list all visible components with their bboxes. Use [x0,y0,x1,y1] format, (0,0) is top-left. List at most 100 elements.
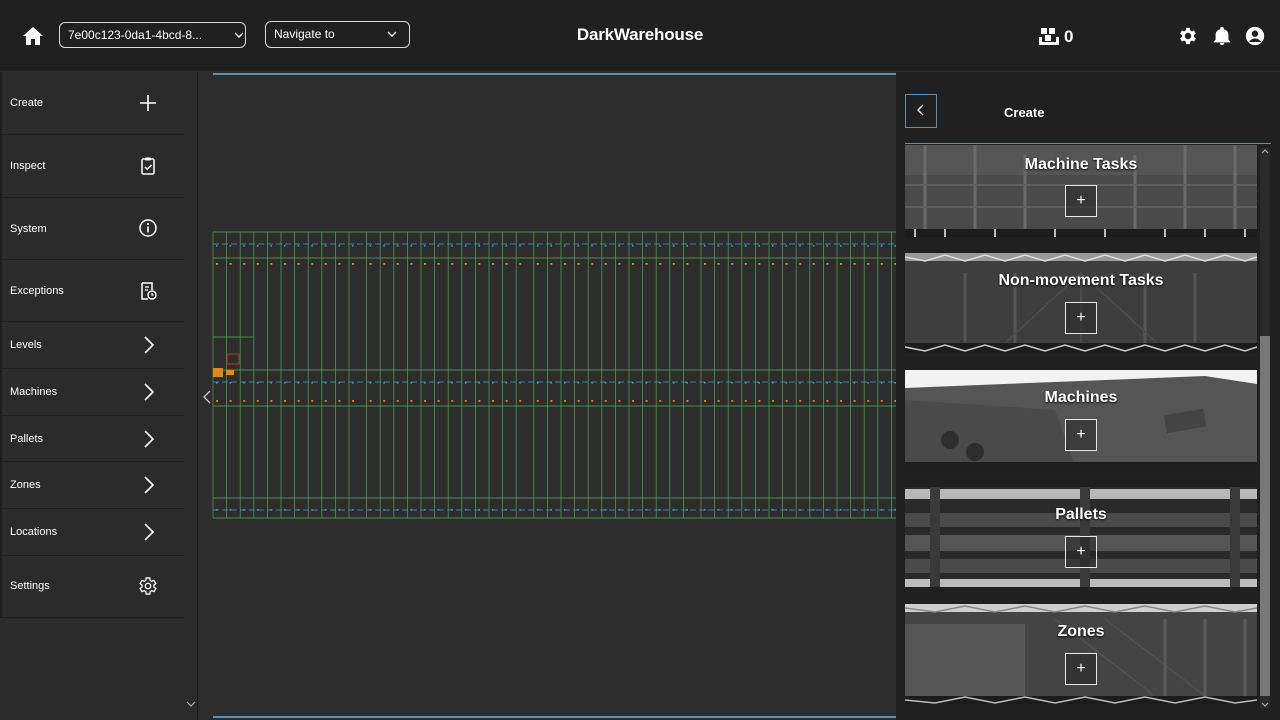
rack-marker [686,400,689,402]
rack-marker [519,245,521,247]
rack-marker [577,245,580,247]
add-machine-task-button[interactable]: + [1065,185,1097,217]
rack-marker [451,245,453,247]
chevron-right-icon [144,430,155,448]
scroll-down-icon[interactable] [186,700,196,708]
rack-marker [229,509,232,511]
card-non-movement-tasks: Non-movement Tasks + [905,253,1257,353]
top-bar: 7e00c123-0da1-4bcd-8... Navigate to Dark… [0,0,1280,71]
rack-marker [383,245,385,247]
card-title: Machine Tasks [1024,156,1138,173]
rack-marker [799,400,802,402]
home-icon[interactable] [21,24,45,48]
add-zone-button[interactable]: + [1065,653,1097,685]
rack-marker [564,400,566,402]
rack-marker [867,382,869,384]
add-pallet-button[interactable]: + [1065,536,1097,568]
rack-marker [478,263,481,265]
rack-marker [492,400,494,402]
account-icon[interactable] [1244,25,1266,47]
rack-marker [659,245,661,247]
scroll-up-icon[interactable] [1261,148,1269,154]
sidebar-item-levels[interactable]: Levels [0,322,184,369]
panel-scrollbar-thumb[interactable] [1260,336,1270,696]
rack-marker [352,263,354,265]
sidebar-item-label: Settings [10,580,50,592]
rack-marker [717,400,720,402]
navigate-select-value: Navigate to [274,27,335,41]
chevron-down-icon [387,31,397,37]
rack-marker [632,263,634,265]
gear-icon[interactable] [1177,25,1199,47]
navigate-select[interactable]: Navigate to [265,21,410,48]
rack-marker [853,245,856,247]
sidebar-item-zones[interactable]: Zones [0,462,184,509]
rack-marker [396,400,399,402]
rack-marker [618,245,620,247]
rack-marker [451,400,454,402]
rack-marker [604,263,607,265]
scroll-down-icon[interactable] [1261,702,1269,708]
rack-marker [216,263,218,265]
sidebar-item-inspect[interactable]: Inspect [0,135,184,198]
sidebar-item-machines[interactable]: Machines [0,369,184,416]
rack-marker [758,245,760,247]
rack-marker [284,263,286,265]
rack-marker [604,400,607,402]
sidebar-item-settings[interactable]: Settings [0,556,184,618]
chevron-down-icon [234,32,244,38]
rack-marker [284,245,286,247]
rack-marker [812,263,815,265]
rack-marker [216,245,218,247]
rack-marker [243,263,246,265]
plus-icon: + [1076,660,1086,677]
rack-marker [437,400,440,402]
add-machine-button[interactable]: + [1065,419,1097,451]
rack-marker [618,263,621,265]
back-button[interactable] [905,94,937,128]
report-clock-icon [141,282,157,300]
rack-marker [880,263,883,265]
warehouse-select[interactable]: 7e00c123-0da1-4bcd-8... [59,22,246,48]
rack-marker [840,400,842,402]
sidebar-item-label: Machines [10,386,58,398]
app-title: DarkWarehouse [576,25,704,44]
rack-marker [519,400,522,402]
rack-layout[interactable] [199,72,896,720]
chevron-right-icon [144,523,155,541]
card-title: Pallets [1055,506,1107,523]
rack-marker [297,245,300,247]
rack-marker [744,263,747,265]
sidebar-item-label: Create [10,97,44,109]
rack-marker [478,400,481,402]
sidebar-item-create[interactable]: Create [0,72,184,135]
plus-icon: + [1076,426,1086,443]
rack-marker [853,400,856,402]
chevron-right-icon [144,383,155,401]
rack-marker [812,509,815,511]
chevron-left-icon[interactable] [202,390,212,404]
rack-marker [799,263,802,265]
sidebar-item-pallets[interactable]: Pallets [0,416,184,462]
warehouse-map[interactable] [199,72,896,720]
rack-marker [686,263,689,265]
rack-marker [772,263,774,265]
rack-marker [243,245,245,247]
rack-marker [704,400,706,402]
rack-marker [840,263,842,265]
rack-marker [311,400,314,402]
sidebar-item-locations[interactable]: Locations [0,509,184,556]
sidebar-item-exceptions[interactable]: Exceptions [0,260,184,322]
rack-marker [812,382,815,384]
rack-marker [410,245,412,247]
chevron-right-icon [144,476,155,494]
rack-marker [672,400,675,402]
rack-marker [632,400,634,402]
rack-marker [451,263,454,265]
bell-icon[interactable] [1211,25,1233,47]
add-non-movement-task-button[interactable]: + [1065,302,1097,334]
rack-marker [536,245,539,247]
rack-marker [369,263,372,265]
sidebar-item-system[interactable]: System [0,198,184,260]
rack-marker [478,245,480,247]
